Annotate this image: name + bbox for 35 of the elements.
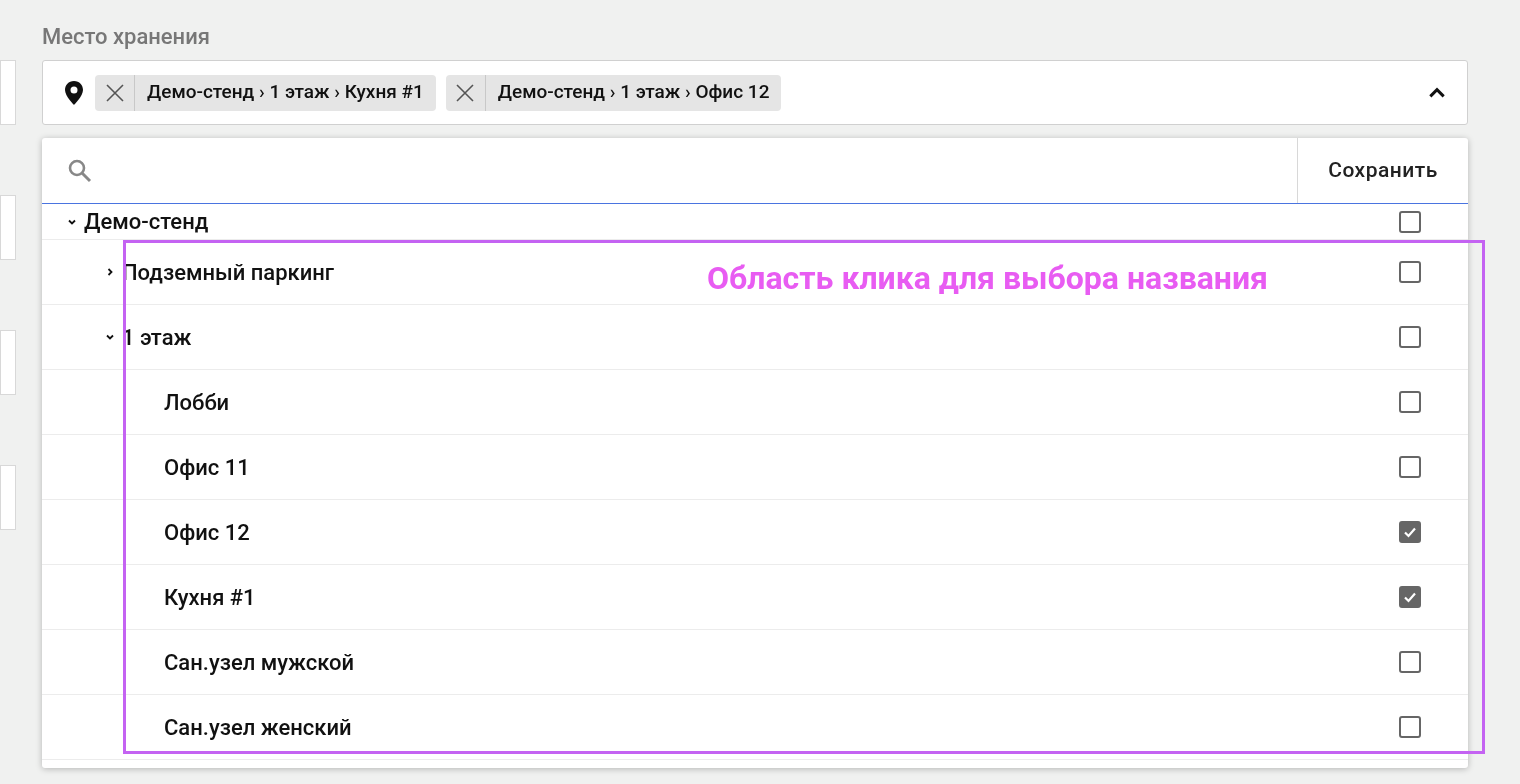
tree-row[interactable]: Сан.узел мужской	[42, 630, 1468, 695]
tree-label[interactable]: Кухня #1	[164, 580, 256, 614]
tree-row[interactable]: Офис 12	[42, 500, 1468, 565]
location-select[interactable]: Демо-стенд › 1 этаж › Кухня #1 Демо-стенд › 1 этаж › Офис 12	[42, 60, 1468, 125]
field-background	[0, 195, 16, 260]
checkbox[interactable]	[1399, 651, 1421, 673]
tree-label[interactable]: Лобби	[164, 385, 230, 419]
field-background	[0, 465, 16, 530]
checkbox[interactable]	[1399, 261, 1421, 283]
tree-row[interactable]: Кухня #1	[42, 565, 1468, 630]
checkbox[interactable]	[1399, 521, 1421, 543]
tree-label[interactable]: Демо-стенд	[84, 205, 209, 238]
tree-label[interactable]: Офис 11	[164, 450, 250, 484]
checkbox[interactable]	[1399, 210, 1421, 233]
tree-label[interactable]: Сан.узел женский	[164, 710, 352, 744]
checkbox[interactable]	[1399, 391, 1421, 413]
checkbox[interactable]	[1399, 716, 1421, 738]
checkbox[interactable]	[1399, 586, 1421, 608]
tree-row[interactable]: Сан.узел женский	[42, 695, 1468, 760]
save-button[interactable]: Сохранить	[1298, 138, 1468, 203]
location-pin-icon	[63, 79, 85, 106]
tree-row[interactable]: Демо-стенд	[42, 204, 1468, 240]
tree-label[interactable]: Подземный паркинг	[122, 255, 335, 289]
tree-row[interactable]: Офис 11	[42, 435, 1468, 500]
tree-row[interactable]: Лобби	[42, 370, 1468, 435]
chip-label: Демо-стенд › 1 этаж › Кухня #1	[146, 79, 425, 106]
field-background	[0, 60, 16, 125]
tree-label[interactable]: Офис 12	[164, 515, 250, 549]
field-background	[0, 330, 16, 395]
tree-label[interactable]: Сан.узел мужской	[164, 645, 355, 679]
checkbox[interactable]	[1399, 326, 1421, 348]
annotation-text: Область клика для выбора названия	[707, 258, 1268, 299]
chip-label: Демо-стенд › 1 этаж › Офис 12	[496, 79, 771, 106]
checkbox[interactable]	[1399, 456, 1421, 478]
field-label: Место хранения	[42, 23, 211, 51]
